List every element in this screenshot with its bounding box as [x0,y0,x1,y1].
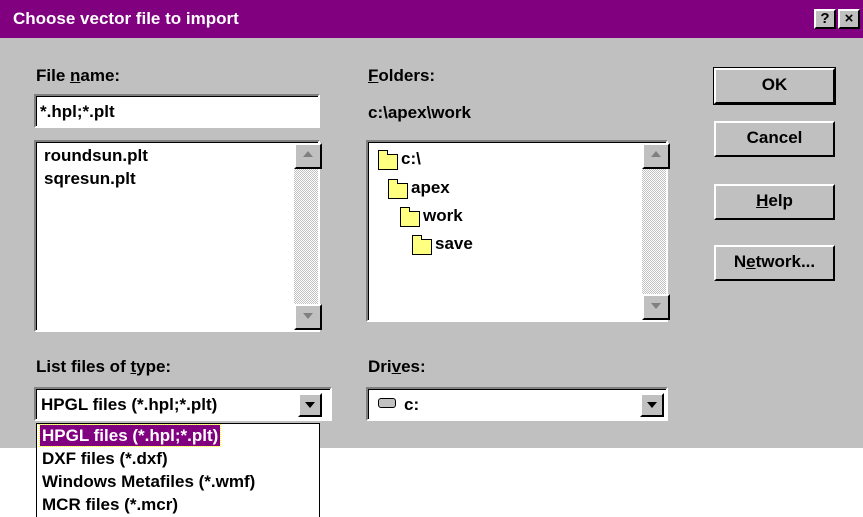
button-label-part: N [733,252,747,271]
folder-icon [412,235,432,255]
folder-item[interactable]: apex [411,178,450,198]
button-accesskey: H [756,191,769,210]
arrow-down-icon [303,313,313,319]
open-folder-icon [378,150,398,170]
label-accesskey: n [70,66,81,85]
close-button[interactable]: × [838,9,860,29]
label-accesskey: F [368,66,379,85]
label-part: es: [401,357,426,376]
label-part: ame: [80,66,121,85]
dropdown-option[interactable]: MCR files (*.mcr) [40,494,180,515]
label-part: olders: [378,66,436,85]
scroll-up-button[interactable] [642,143,670,169]
button-accesskey: e [746,252,756,271]
list-item[interactable]: roundsun.plt [44,146,148,166]
folder-item[interactable]: save [435,234,473,254]
cancel-button[interactable]: Cancel [714,121,835,157]
import-dialog: Choose vector file to import ? × File na… [0,0,863,448]
label-part: Dri [368,357,392,376]
file-type-value: HPGL files (*.hpl;*.plt) [41,395,218,414]
button-label-part: elp [768,191,793,210]
ok-button[interactable]: OK [713,67,836,105]
folder-tree[interactable]: c:\ apex work save [366,140,670,322]
dropdown-option-selected[interactable]: HPGL files (*.hpl;*.plt) [38,424,222,447]
chevron-down-icon [305,402,315,408]
label-part: List files of [36,357,131,376]
file-type-dropdown-button[interactable] [298,393,322,417]
arrow-up-icon [651,151,661,157]
file-list[interactable]: roundsun.plt sqresun.plt [34,140,322,332]
help-button[interactable]: Help [714,184,835,220]
label-part: ype: [136,357,172,376]
dropdown-option[interactable]: Windows Metafiles (*.wmf) [40,471,257,492]
file-name-input[interactable]: *.hpl;*.plt [34,94,320,128]
dropdown-option[interactable]: DXF files (*.dxf) [40,448,170,469]
label-part: File [36,66,71,85]
open-folder-icon [400,207,420,227]
chevron-down-icon [647,402,657,408]
drives-select[interactable]: c: [366,387,668,421]
drive-value: c: [404,395,420,414]
folder-item[interactable]: c:\ [401,149,421,169]
label-accesskey: v [391,357,402,376]
title-bar[interactable]: Choose vector file to import ? × [0,0,863,38]
scroll-down-button[interactable] [294,304,322,330]
drives-dropdown-button[interactable] [640,393,664,417]
folder-item[interactable]: work [423,206,463,226]
folder-tree-scrollbar[interactable] [642,143,670,320]
file-type-label: List files of type: [36,357,171,377]
button-label-part: twork... [755,252,816,271]
dialog-title: Choose vector file to import [13,9,239,28]
scroll-down-button[interactable] [642,294,670,320]
scroll-up-button[interactable] [294,143,322,169]
network-button[interactable]: Network... [714,245,835,281]
file-name-label: File name: [36,66,120,86]
help-question-button[interactable]: ? [814,9,836,29]
open-folder-icon [388,179,408,199]
file-type-select[interactable]: HPGL files (*.hpl;*.plt) [34,387,332,421]
list-item[interactable]: sqresun.plt [44,169,136,189]
file-name-value: *.hpl;*.plt [40,102,115,121]
drives-label: Drives: [368,357,426,377]
file-list-scrollbar[interactable] [294,143,322,330]
folders-label: Folders: [368,66,435,86]
file-type-dropdown-list[interactable]: HPGL files (*.hpl;*.plt) DXF files (*.dx… [36,423,320,517]
arrow-down-icon [651,303,661,309]
current-path: c:\apex\work [368,103,471,122]
hard-drive-icon [378,398,396,408]
arrow-up-icon [303,151,313,157]
